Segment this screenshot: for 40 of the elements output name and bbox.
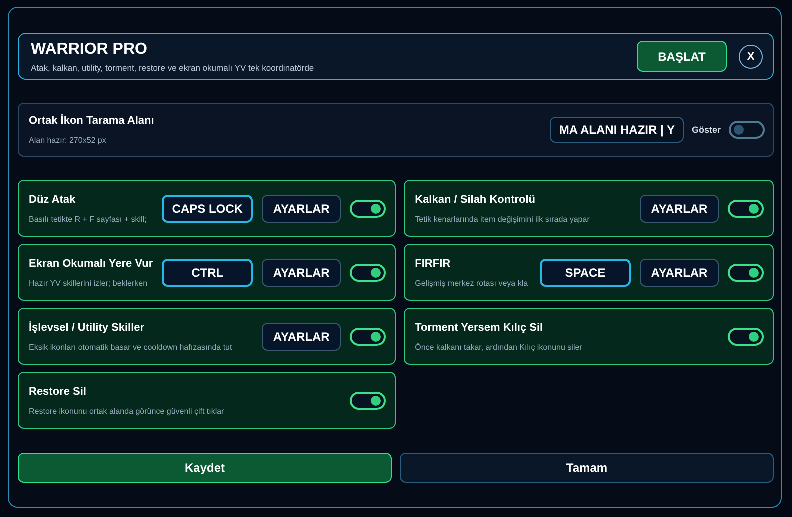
- hotkey-button[interactable]: CAPS LOCK: [162, 194, 254, 222]
- module-description: Basılı tetikte R + F sayfası + skill;: [29, 214, 148, 224]
- hotkey-button[interactable]: CTRL: [162, 258, 254, 286]
- module-title: Ekran Okumalı Yere Vur: [29, 258, 154, 270]
- input-field[interactable]: MA ALANI HAZIR | Y: [550, 117, 684, 143]
- toggle-switch[interactable]: [350, 264, 386, 282]
- hotkey-button[interactable]: SPACE: [540, 258, 631, 286]
- module-title: Torment Yersem Kılıç Sil: [415, 322, 544, 334]
- module-description: Gelişmiş merkez rotası veya kla: [415, 278, 530, 288]
- module-description: Tetik kenarlarında item değişimini ilk sırada yapar: [415, 214, 591, 224]
- module-title: İşlevsel / Utility Skiller: [29, 322, 146, 334]
- settings-button[interactable]: AYARLAR: [262, 194, 342, 222]
- app-subtitle: Atak, kalkan, utility, torment, restore ve ekran okumalı YV tek koordinatörde: [31, 62, 316, 72]
- module-description: Restore ikonunu ortak alanda görünce güvenli çift tıklar: [29, 406, 226, 416]
- toggle-switch[interactable]: [350, 328, 386, 346]
- module-title: FIRFIR: [415, 258, 452, 270]
- toggle-switch[interactable]: [729, 121, 765, 139]
- show-label: Göster: [692, 125, 721, 135]
- toggle-switch[interactable]: [728, 264, 764, 282]
- settings-button[interactable]: AYARLAR: [262, 322, 342, 350]
- settings-button[interactable]: AYARLAR: [640, 258, 719, 286]
- toggle-switch[interactable]: [350, 200, 386, 218]
- ok-button[interactable]: Tamam: [400, 453, 774, 483]
- toggle-switch[interactable]: [728, 200, 764, 218]
- status-text: Alan hazır: 270x52 px: [29, 136, 108, 145]
- close-button[interactable]: X: [739, 44, 763, 68]
- module-description: Önce kalkanı takar, ardından Kılıç ikonunu siler: [415, 342, 584, 352]
- settings-button[interactable]: AYARLAR: [640, 194, 719, 222]
- module-title: Düz Atak: [29, 194, 77, 206]
- module-title: Restore Sil: [29, 386, 88, 398]
- panel-title: Ortak İkon Tarama Alanı: [29, 115, 156, 127]
- save-button[interactable]: Kaydet: [18, 453, 392, 483]
- settings-button[interactable]: AYARLAR: [262, 258, 342, 286]
- start-button[interactable]: BAŞLAT: [637, 41, 727, 72]
- toggle-switch[interactable]: [728, 328, 764, 346]
- module-title: Kalkan / Silah Kontrolü: [415, 194, 537, 206]
- app-title: WARRIOR PRO: [31, 40, 148, 58]
- module-description: Eksik ikonları otomatik basar ve cooldown hafızasında tut: [29, 342, 234, 352]
- module-description: Hazır YV skillerini izler; beklerken: [29, 278, 149, 288]
- toggle-switch[interactable]: [350, 392, 386, 410]
